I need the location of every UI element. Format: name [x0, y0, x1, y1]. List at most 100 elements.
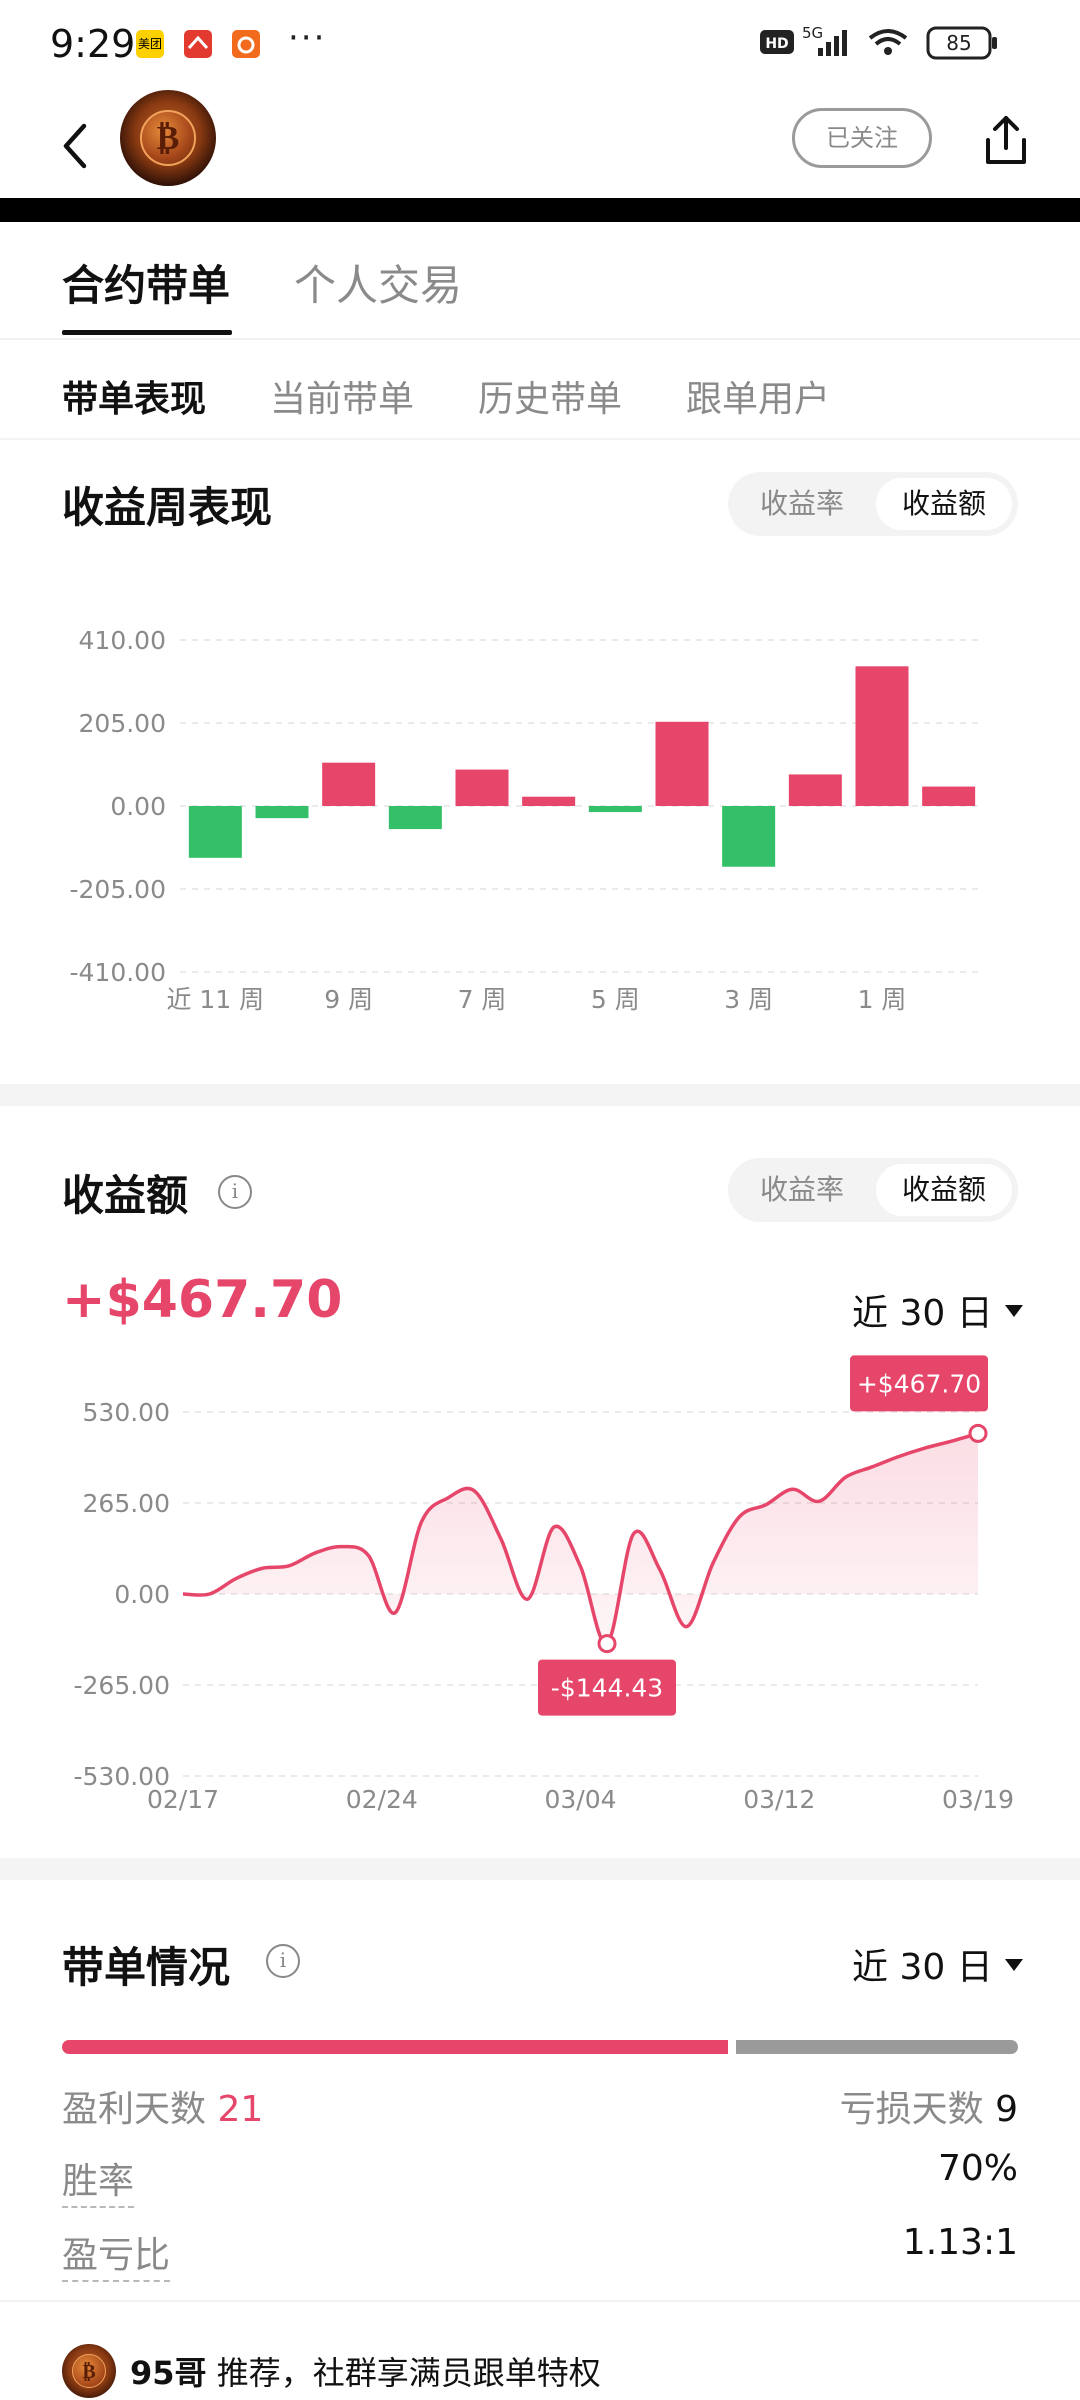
win-rate-label[interactable]: 胜率: [62, 2152, 135, 2208]
bar: [322, 762, 376, 806]
x-tick-label: 02/24: [346, 1785, 418, 1814]
y-tick-label: -410.00: [70, 958, 167, 987]
back-icon[interactable]: [52, 116, 102, 176]
earnings-metric-toggle: 收益率 收益额: [728, 1158, 1018, 1222]
main-tabs: 合约带单 个人交易: [0, 222, 1080, 340]
x-tick-label: 02/17: [147, 1785, 219, 1814]
bar: [722, 806, 776, 867]
period-label: 近 30 日: [852, 1293, 993, 1334]
y-tick-label: 530.00: [83, 1398, 170, 1427]
y-tick-label: 0.00: [110, 792, 166, 821]
x-tick-label: 7 周: [458, 985, 507, 1014]
x-tick-label: 近 11 周: [166, 985, 264, 1014]
promo-text: 95哥 推荐，社群享满员跟单特权: [130, 2348, 601, 2394]
info-icon[interactable]: i: [218, 1175, 252, 1209]
toggle-return-amount[interactable]: 收益额: [876, 478, 1012, 530]
tab-personal-trading[interactable]: 个人交易: [294, 252, 462, 313]
loss-days-value: 9: [995, 2089, 1018, 2130]
win-loss-ratio-bar: [62, 2040, 1018, 2054]
x-tick-label: 3 周: [724, 985, 773, 1014]
loss-days-stat: 亏损天数 9: [840, 2080, 1018, 2132]
weekly-metric-toggle: 收益率 收益额: [728, 472, 1018, 536]
x-tick-label: 03/12: [743, 1785, 815, 1814]
toggle-return-rate[interactable]: 收益率: [734, 1164, 870, 1216]
info-icon[interactable]: i: [266, 1944, 300, 1978]
weekly-bar-chart: 410.00 205.00 0.00 -205.00 -410.00近 11 周 9 周 7…: [70, 626, 980, 1014]
battery-level: 85: [946, 31, 971, 55]
bar: [455, 769, 509, 806]
promo-row[interactable]: ₿ 95哥 推荐，社群享满员跟单特权: [0, 2300, 1080, 2400]
system-status-icons: HD 5G 85: [760, 24, 997, 60]
ratio-bar-loss: [736, 2040, 1018, 2054]
status-bar: 9:29 美团 ··· HD 5G 85: [0, 0, 1080, 90]
bar: [788, 774, 842, 806]
tab-performance[interactable]: 带单表现: [62, 370, 206, 422]
more-notifications-icon: ···: [288, 18, 327, 58]
caret-down-icon: [1004, 1305, 1023, 1317]
y-tick-label: -265.00: [74, 1671, 171, 1700]
bar: [388, 806, 442, 830]
sub-tabs: 带单表现 当前带单 历史带单 跟单用户: [0, 340, 1080, 440]
app-red-icon: [184, 30, 212, 58]
pl-ratio-label[interactable]: 盈亏比: [62, 2226, 171, 2282]
win-rate-value: 70%: [937, 2148, 1018, 2189]
ratio-bar-profit: [62, 2040, 728, 2054]
weekly-title: 收益周表现: [62, 483, 273, 532]
follow-button[interactable]: 已关注: [792, 108, 932, 168]
y-tick-label: 205.00: [79, 709, 166, 738]
x-tick-label: 1 周: [858, 985, 907, 1014]
avatar: ₿: [62, 2344, 116, 2398]
point-marker: [968, 1423, 988, 1443]
summary-title: 带单情况: [62, 1943, 231, 1992]
bar: [655, 721, 709, 806]
bitcoin-icon: ₿: [72, 2354, 106, 2388]
x-tick-label: 5 周: [591, 985, 640, 1014]
tab-current-orders[interactable]: 当前带单: [270, 370, 414, 422]
avatar[interactable]: ₿: [120, 90, 216, 186]
summary-period-select[interactable]: 近 30 日: [852, 1938, 1023, 1990]
earnings-area-chart: 530.00265.000.00-265.00-530.0002/17 02/24…: [74, 1355, 1014, 1814]
caret-down-icon: [1004, 1959, 1023, 1971]
status-time: 9:29: [50, 22, 136, 66]
y-tick-label: -205.00: [70, 875, 167, 904]
bar: [522, 796, 576, 806]
y-tick-label: 410.00: [79, 626, 166, 655]
data-label: +$467.70: [857, 1369, 981, 1398]
total-earnings-value: +$467.70: [62, 1270, 343, 1330]
hd-label: HD: [765, 36, 788, 52]
profit-days-label: 盈利天数: [62, 2089, 207, 2130]
period-label: 近 30 日: [852, 1947, 993, 1988]
x-tick-label: 03/19: [942, 1785, 1014, 1814]
section-divider: [0, 1084, 1080, 1106]
earnings-title: 收益额: [62, 1171, 189, 1220]
toggle-return-amount[interactable]: 收益额: [876, 1164, 1012, 1216]
network-label: 5G: [802, 24, 823, 42]
meituan-icon: 美团: [136, 30, 164, 58]
bar: [855, 666, 909, 806]
x-tick-label: 9 周: [324, 985, 373, 1014]
y-tick-label: 265.00: [83, 1489, 170, 1518]
promo-message: 推荐，社群享满员跟单特权: [216, 2354, 601, 2392]
profit-days-stat: 盈利天数 21: [62, 2080, 263, 2132]
top-nav: ₿ 已关注: [0, 90, 1080, 200]
loss-days-label: 亏损天数: [839, 2089, 984, 2130]
active-tab-indicator: [62, 330, 232, 335]
earnings-period-select[interactable]: 近 30 日: [852, 1284, 1023, 1336]
bar: [922, 786, 976, 806]
data-label: -$144.43: [551, 1674, 663, 1703]
pl-ratio-value: 1.13:1: [902, 2222, 1018, 2263]
y-tick-label: 0.00: [114, 1580, 170, 1609]
share-icon[interactable]: [976, 110, 1036, 170]
bitcoin-icon: ₿: [140, 110, 196, 166]
area-fill: [183, 1433, 978, 1644]
bar: [188, 806, 242, 858]
bar: [588, 806, 642, 813]
x-tick-label: 03/04: [544, 1785, 616, 1814]
tab-history-orders[interactable]: 历史带单: [478, 370, 622, 422]
point-marker: [597, 1634, 617, 1654]
app-orange-icon: [232, 30, 260, 58]
profit-days-value: 21: [217, 2089, 264, 2130]
toggle-return-rate[interactable]: 收益率: [734, 478, 870, 530]
tab-followers[interactable]: 跟单用户: [686, 370, 830, 422]
tab-copy-trading[interactable]: 合约带单: [62, 252, 230, 313]
